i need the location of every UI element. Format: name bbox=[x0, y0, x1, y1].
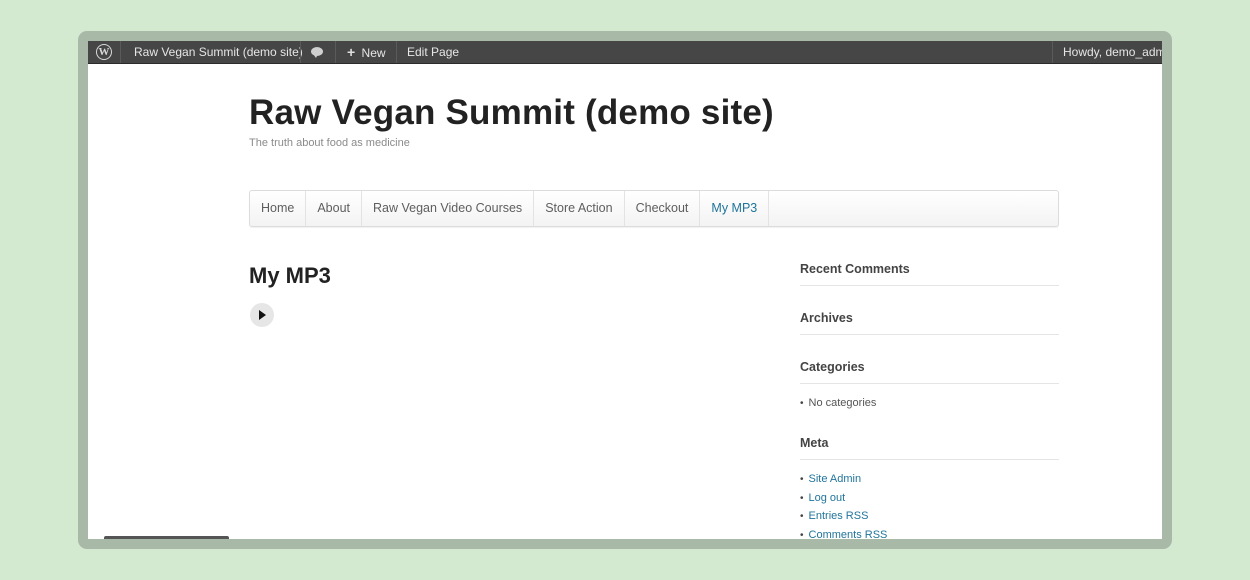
nav-item-about[interactable]: About bbox=[306, 191, 363, 226]
admin-bar-divider bbox=[300, 41, 301, 63]
admin-bar-divider bbox=[120, 41, 121, 63]
main-navigation: Home About Raw Vegan Video Courses Store… bbox=[249, 190, 1059, 227]
admin-bar-divider bbox=[1052, 41, 1053, 63]
nav-item-my-mp3[interactable]: My MP3 bbox=[700, 191, 770, 226]
meta-link-comments-rss[interactable]: Comments RSS bbox=[809, 529, 888, 540]
browser-viewport: W Raw Vegan Summit (demo site) + New Edi… bbox=[88, 41, 1162, 539]
list-item: Comments RSS bbox=[800, 528, 888, 540]
site-title[interactable]: Raw Vegan Summit (demo site) bbox=[249, 93, 774, 133]
admin-bar-divider bbox=[335, 41, 336, 63]
admin-bar-new-label: New bbox=[361, 46, 386, 60]
nav-item-home[interactable]: Home bbox=[250, 191, 307, 226]
plus-icon: + bbox=[347, 44, 356, 60]
wordpress-logo-icon[interactable]: W bbox=[96, 44, 112, 60]
list-item: Entries RSS bbox=[800, 509, 887, 528]
admin-bar-edit-page[interactable]: Edit Page bbox=[407, 41, 459, 63]
nav-item-store-action[interactable]: Store Action bbox=[534, 191, 625, 226]
page-title: My MP3 bbox=[249, 263, 331, 288]
widget-title-recent-comments: Recent Comments bbox=[800, 262, 1059, 286]
widget-title-categories: Categories bbox=[800, 360, 1059, 384]
play-icon[interactable] bbox=[250, 303, 274, 327]
admin-bar: W Raw Vegan Summit (demo site) + New Edi… bbox=[88, 41, 1162, 64]
admin-bar-howdy[interactable]: Howdy, demo_admin bbox=[1063, 41, 1162, 63]
comment-bubble-icon[interactable] bbox=[311, 47, 323, 58]
site-tagline: The truth about food as medicine bbox=[249, 137, 410, 149]
list-item: Site Admin bbox=[800, 472, 887, 491]
meta-link-log-out[interactable]: Log out bbox=[809, 492, 846, 504]
admin-bar-divider bbox=[396, 41, 397, 63]
nav-item-raw-vegan-video-courses[interactable]: Raw Vegan Video Courses bbox=[362, 191, 535, 226]
meta-link-entries-rss[interactable]: Entries RSS bbox=[809, 510, 869, 522]
admin-bar-site-name[interactable]: Raw Vegan Summit (demo site) bbox=[134, 41, 303, 63]
meta-link-site-admin[interactable]: Site Admin bbox=[809, 473, 862, 485]
widget-title-meta: Meta bbox=[800, 436, 1059, 460]
bottom-tab-bar bbox=[104, 536, 229, 539]
list-item: No categories bbox=[800, 396, 877, 415]
category-label: No categories bbox=[808, 397, 877, 409]
nav-item-checkout[interactable]: Checkout bbox=[625, 191, 701, 226]
categories-list: No categories bbox=[800, 396, 877, 415]
meta-list: Site Admin Log out Entries RSS Comments … bbox=[800, 472, 888, 540]
list-item: Log out bbox=[800, 491, 887, 510]
widget-title-archives: Archives bbox=[800, 311, 1059, 335]
admin-bar-new[interactable]: + New bbox=[347, 41, 386, 63]
